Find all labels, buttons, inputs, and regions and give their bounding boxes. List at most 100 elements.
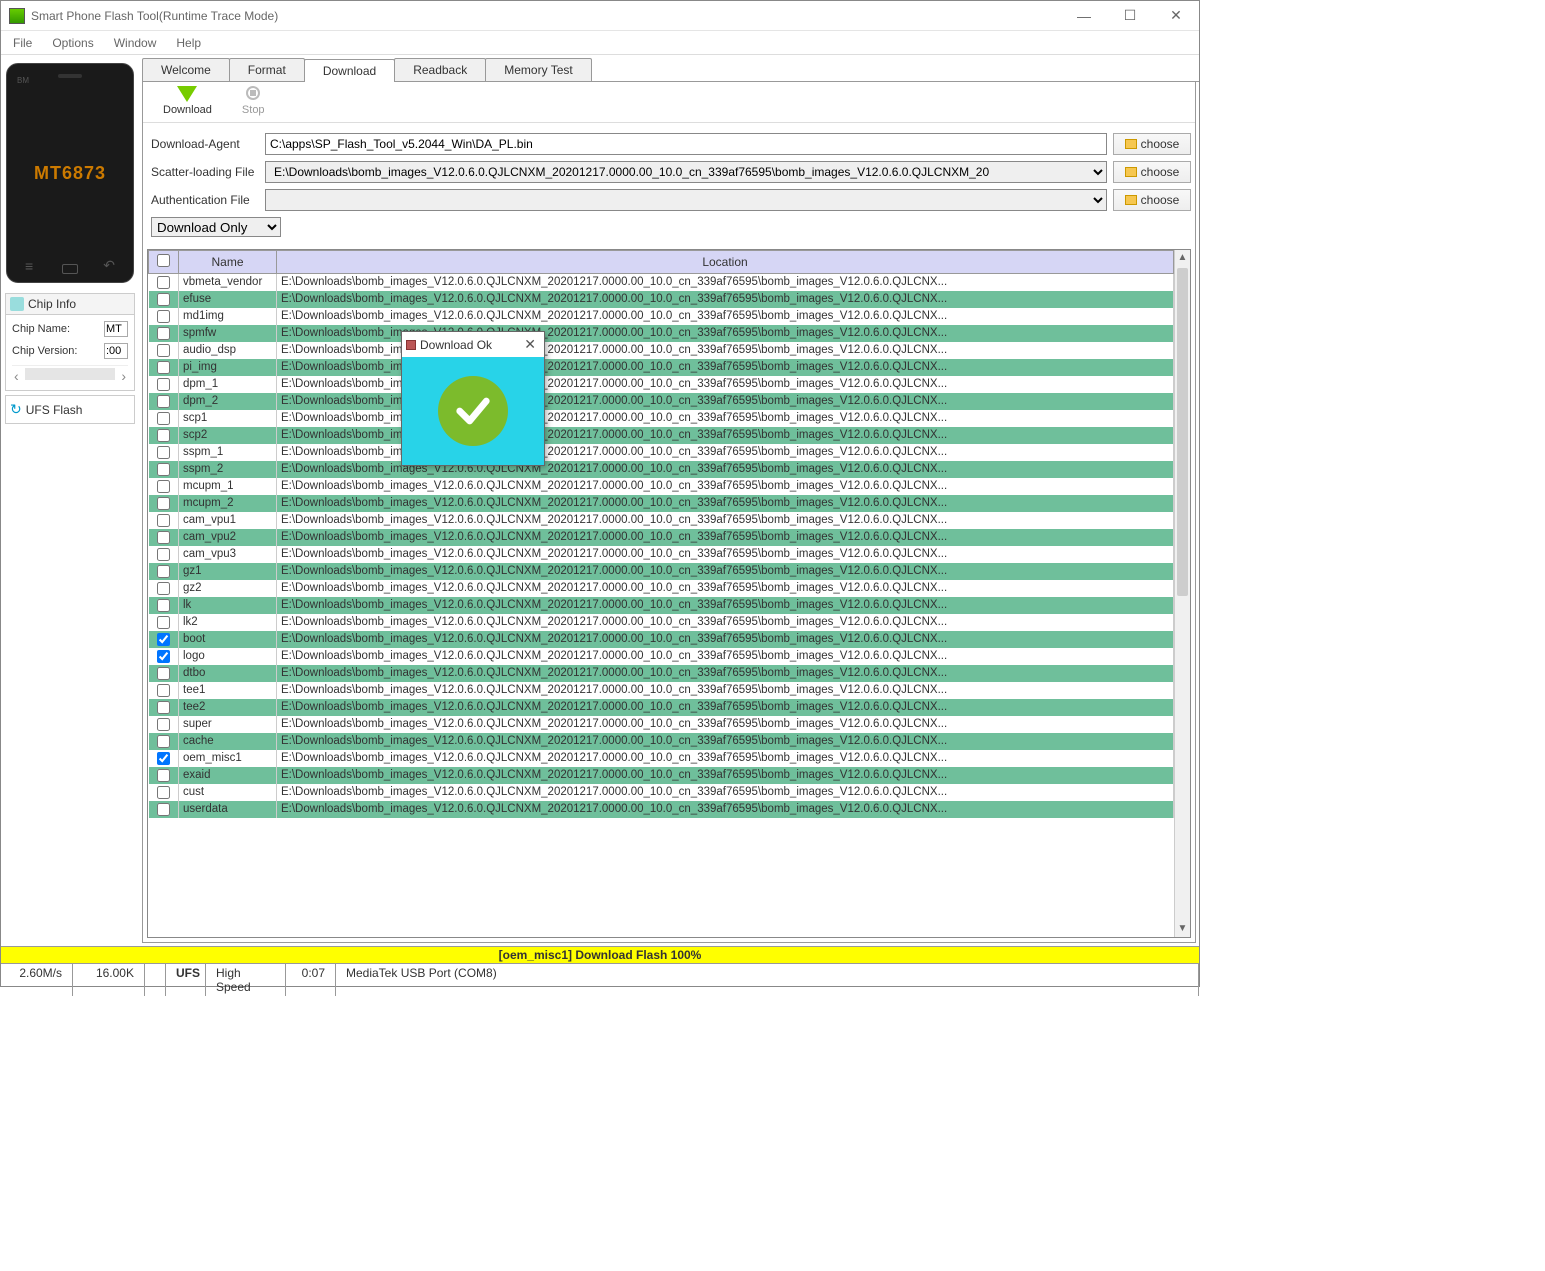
da-choose-button[interactable]: choose <box>1113 133 1191 155</box>
download-mode-select[interactable]: Download Only <box>151 217 281 237</box>
row-checkbox[interactable] <box>157 293 170 306</box>
menu-options[interactable]: Options <box>42 34 103 52</box>
chip-version-field[interactable] <box>104 343 128 359</box>
da-path-input[interactable] <box>265 133 1107 155</box>
row-checkbox-cell[interactable] <box>149 699 179 716</box>
row-checkbox-cell[interactable] <box>149 801 179 818</box>
row-checkbox-cell[interactable] <box>149 631 179 648</box>
chip-name-field[interactable] <box>104 321 128 337</box>
row-checkbox[interactable] <box>157 429 170 442</box>
tab-memory-test[interactable]: Memory Test <box>485 58 591 81</box>
table-row[interactable]: tee2E:\Downloads\bomb_images_V12.0.6.0.Q… <box>149 699 1174 716</box>
row-checkbox[interactable] <box>157 344 170 357</box>
close-button[interactable]: ✕ <box>1153 1 1199 31</box>
row-checkbox-cell[interactable] <box>149 291 179 308</box>
row-checkbox-cell[interactable] <box>149 393 179 410</box>
table-row[interactable]: dtboE:\Downloads\bomb_images_V12.0.6.0.Q… <box>149 665 1174 682</box>
table-row[interactable]: md1imgE:\Downloads\bomb_images_V12.0.6.0… <box>149 308 1174 325</box>
table-row[interactable]: cam_vpu3E:\Downloads\bomb_images_V12.0.6… <box>149 546 1174 563</box>
table-row[interactable]: userdataE:\Downloads\bomb_images_V12.0.6… <box>149 801 1174 818</box>
row-checkbox-cell[interactable] <box>149 597 179 614</box>
row-checkbox-cell[interactable] <box>149 614 179 631</box>
table-row[interactable]: lkE:\Downloads\bomb_images_V12.0.6.0.QJL… <box>149 597 1174 614</box>
row-checkbox[interactable] <box>157 276 170 289</box>
table-row[interactable]: sspm_2E:\Downloads\bomb_images_V12.0.6.0… <box>149 461 1174 478</box>
chip-scroll-left[interactable]: ‹ <box>12 368 21 384</box>
row-checkbox[interactable] <box>157 531 170 544</box>
table-row[interactable]: dpm_2E:\Downloads\bomb_images_V12.0.6.0.… <box>149 393 1174 410</box>
table-row[interactable]: oem_misc1E:\Downloads\bomb_images_V12.0.… <box>149 750 1174 767</box>
row-checkbox[interactable] <box>157 480 170 493</box>
table-row[interactable]: custE:\Downloads\bomb_images_V12.0.6.0.Q… <box>149 784 1174 801</box>
scroll-up-button[interactable]: ▲ <box>1175 250 1190 266</box>
stop-button[interactable]: Stop <box>242 86 265 116</box>
row-checkbox[interactable] <box>157 548 170 561</box>
table-row[interactable]: cacheE:\Downloads\bomb_images_V12.0.6.0.… <box>149 733 1174 750</box>
row-checkbox-cell[interactable] <box>149 478 179 495</box>
row-checkbox[interactable] <box>157 684 170 697</box>
row-checkbox-cell[interactable] <box>149 767 179 784</box>
row-checkbox-cell[interactable] <box>149 461 179 478</box>
maximize-button[interactable]: ☐ <box>1107 1 1153 31</box>
row-checkbox[interactable] <box>157 463 170 476</box>
table-row[interactable]: gz2E:\Downloads\bomb_images_V12.0.6.0.QJ… <box>149 580 1174 597</box>
row-checkbox[interactable] <box>157 667 170 680</box>
download-button[interactable]: Download <box>163 86 212 116</box>
row-checkbox[interactable] <box>157 599 170 612</box>
row-checkbox[interactable] <box>157 786 170 799</box>
table-row[interactable]: scp1E:\Downloads\bomb_images_V12.0.6.0.Q… <box>149 410 1174 427</box>
row-checkbox[interactable] <box>157 735 170 748</box>
row-checkbox-cell[interactable] <box>149 733 179 750</box>
row-checkbox-cell[interactable] <box>149 682 179 699</box>
row-checkbox-cell[interactable] <box>149 648 179 665</box>
row-checkbox[interactable] <box>157 616 170 629</box>
row-checkbox-cell[interactable] <box>149 580 179 597</box>
table-row[interactable]: superE:\Downloads\bomb_images_V12.0.6.0.… <box>149 716 1174 733</box>
row-checkbox-cell[interactable] <box>149 308 179 325</box>
row-checkbox-cell[interactable] <box>149 716 179 733</box>
row-checkbox[interactable] <box>157 701 170 714</box>
table-row[interactable]: tee1E:\Downloads\bomb_images_V12.0.6.0.Q… <box>149 682 1174 699</box>
table-row[interactable]: cam_vpu1E:\Downloads\bomb_images_V12.0.6… <box>149 512 1174 529</box>
row-checkbox-cell[interactable] <box>149 750 179 767</box>
table-row[interactable]: dpm_1E:\Downloads\bomb_images_V12.0.6.0.… <box>149 376 1174 393</box>
header-location[interactable]: Location <box>277 251 1174 274</box>
row-checkbox[interactable] <box>157 310 170 323</box>
row-checkbox[interactable] <box>157 361 170 374</box>
header-name[interactable]: Name <box>179 251 277 274</box>
row-checkbox[interactable] <box>157 412 170 425</box>
row-checkbox[interactable] <box>157 718 170 731</box>
menu-file[interactable]: File <box>3 34 42 52</box>
table-row[interactable]: scp2E:\Downloads\bomb_images_V12.0.6.0.Q… <box>149 427 1174 444</box>
scrollbar-track[interactable] <box>1175 266 1190 921</box>
scroll-down-button[interactable]: ▼ <box>1175 921 1190 937</box>
scatter-path-input[interactable]: E:\Downloads\bomb_images_V12.0.6.0.QJLCN… <box>265 161 1107 183</box>
row-checkbox[interactable] <box>157 378 170 391</box>
dialog-close-button[interactable]: ✕ <box>520 336 540 353</box>
menu-window[interactable]: Window <box>104 34 167 52</box>
row-checkbox-cell[interactable] <box>149 376 179 393</box>
header-checkbox[interactable] <box>149 251 179 274</box>
table-row[interactable]: pi_imgE:\Downloads\bomb_images_V12.0.6.0… <box>149 359 1174 376</box>
chip-scroll-right[interactable]: › <box>119 368 128 384</box>
scatter-choose-button[interactable]: choose <box>1113 161 1191 183</box>
row-checkbox-cell[interactable] <box>149 274 179 291</box>
tab-format[interactable]: Format <box>229 58 305 81</box>
row-checkbox[interactable] <box>157 446 170 459</box>
chip-scrollbar[interactable] <box>25 368 116 380</box>
table-row[interactable]: gz1E:\Downloads\bomb_images_V12.0.6.0.QJ… <box>149 563 1174 580</box>
row-checkbox-cell[interactable] <box>149 512 179 529</box>
table-row[interactable]: efuseE:\Downloads\bomb_images_V12.0.6.0.… <box>149 291 1174 308</box>
row-checkbox[interactable] <box>157 395 170 408</box>
row-checkbox-cell[interactable] <box>149 410 179 427</box>
table-row[interactable]: logoE:\Downloads\bomb_images_V12.0.6.0.Q… <box>149 648 1174 665</box>
row-checkbox-cell[interactable] <box>149 427 179 444</box>
table-row[interactable]: vbmeta_vendorE:\Downloads\bomb_images_V1… <box>149 274 1174 291</box>
row-checkbox-cell[interactable] <box>149 495 179 512</box>
row-checkbox-cell[interactable] <box>149 665 179 682</box>
row-checkbox-cell[interactable] <box>149 444 179 461</box>
row-checkbox[interactable] <box>157 514 170 527</box>
row-checkbox-cell[interactable] <box>149 342 179 359</box>
row-checkbox[interactable] <box>157 497 170 510</box>
select-all-checkbox[interactable] <box>157 254 170 267</box>
